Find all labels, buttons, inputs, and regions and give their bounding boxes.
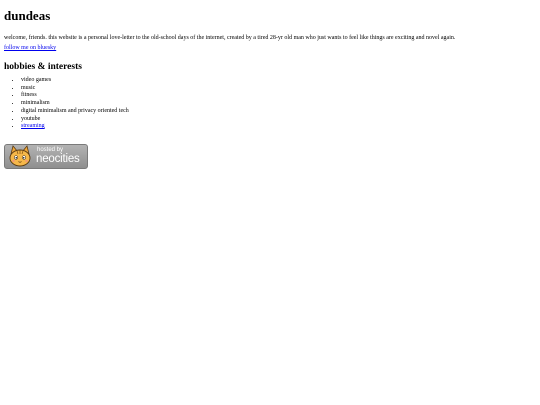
- hobby-label: minimalism: [21, 100, 50, 107]
- hobby-label: video games: [21, 77, 52, 83]
- follow-bluesky-link[interactable]: follow me on bluesky: [4, 45, 56, 51]
- hobby-item: video games: [21, 77, 536, 85]
- follow-paragraph: follow me on bluesky: [4, 44, 536, 52]
- hobby-item: streaming: [21, 123, 536, 131]
- hobby-label: digital minimalism and privacy oriented …: [21, 107, 129, 114]
- hobby-item: digital minimalism and privacy oriented …: [21, 108, 536, 116]
- hobby-label: fitness: [21, 92, 37, 99]
- hobbies-list: video games music fitness minimalism dig…: [4, 77, 536, 131]
- neocities-badge[interactable]: hosted by neocities: [4, 144, 88, 169]
- hobby-label: youtube: [21, 115, 41, 122]
- neocities-cat-icon: [9, 145, 31, 167]
- hobby-label: music: [21, 84, 36, 91]
- hobby-item: minimalism: [21, 100, 536, 108]
- badge-brand: neocities: [36, 153, 80, 165]
- hobby-link-streaming[interactable]: streaming: [21, 123, 45, 129]
- intro-text: welcome, friends. this website is a pers…: [4, 35, 456, 41]
- page-content: dundeas welcome, friends. this website i…: [4, 0, 536, 131]
- hobby-item: youtube: [21, 116, 536, 124]
- site-title: dundeas: [4, 8, 51, 23]
- hobby-item: music: [21, 85, 536, 93]
- hobbies-heading: hobbies & interests: [4, 62, 82, 72]
- hobby-item: fitness: [21, 92, 536, 100]
